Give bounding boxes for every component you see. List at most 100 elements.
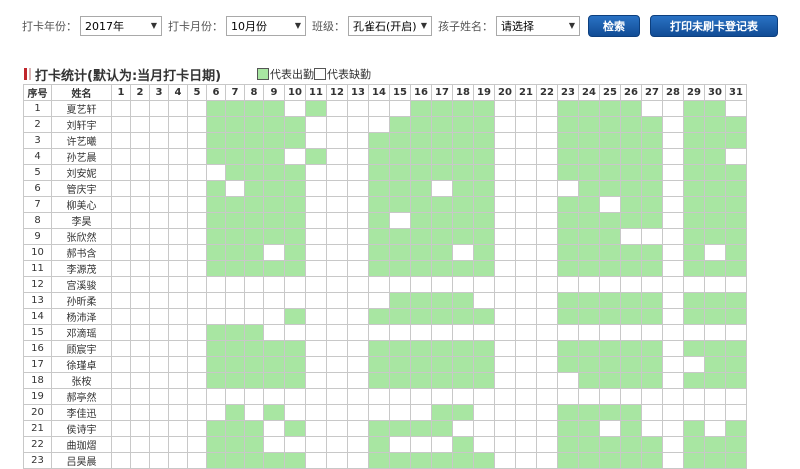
attendance-cell-absent xyxy=(244,308,264,325)
attendance-cell-present xyxy=(244,436,264,453)
header-day: 2 xyxy=(130,84,150,101)
attendance-cell-present xyxy=(206,116,226,133)
attendance-cell-present xyxy=(389,340,411,357)
attendance-cell-absent xyxy=(536,372,558,389)
attendance-cell-present xyxy=(244,452,264,469)
attendance-cell-present xyxy=(683,372,705,389)
attendance-cell-absent xyxy=(168,276,188,293)
class-select[interactable]: 孔雀石(开启) ▼ xyxy=(348,16,432,36)
attendance-cell-absent xyxy=(149,356,169,373)
attendance-cell-absent xyxy=(305,212,327,229)
attendance-cell-present xyxy=(725,132,747,149)
attendance-cell-present xyxy=(599,372,621,389)
attendance-cell-absent xyxy=(431,324,453,341)
attendance-cell-present xyxy=(368,132,390,149)
attendance-cell-present xyxy=(473,244,495,261)
child-select[interactable]: 请选择 ▼ xyxy=(496,16,580,36)
attendance-cell-present xyxy=(620,356,642,373)
table-row: 1 夏艺轩 xyxy=(23,100,747,117)
attendance-cell-absent xyxy=(187,308,207,325)
attendance-cell-absent xyxy=(168,372,188,389)
attendance-cell-absent xyxy=(494,356,516,373)
attendance-cell-absent xyxy=(326,260,348,277)
table-row: 9 张欣然 xyxy=(23,228,747,245)
row-seq: 16 xyxy=(23,340,52,357)
attendance-cell-absent xyxy=(305,308,327,325)
attendance-cell-present xyxy=(431,212,453,229)
attendance-cell-absent xyxy=(149,404,169,421)
attendance-cell-absent xyxy=(494,404,516,421)
attendance-cell-present xyxy=(704,372,726,389)
attendance-cell-absent xyxy=(149,116,169,133)
attendance-cell-present xyxy=(284,420,306,437)
search-button[interactable]: 检索 xyxy=(588,15,640,37)
attendance-cell-present xyxy=(244,340,264,357)
attendance-cell-present xyxy=(410,452,432,469)
attendance-cell-present xyxy=(389,148,411,165)
attendance-cell-present xyxy=(368,420,390,437)
attendance-cell-absent xyxy=(662,420,684,437)
attendance-cell-present xyxy=(599,116,621,133)
year-select[interactable]: 2017年 ▼ xyxy=(80,16,162,36)
attendance-cell-absent xyxy=(452,420,474,437)
attendance-cell-absent xyxy=(494,292,516,309)
attendance-cell-present xyxy=(410,356,432,373)
section-title: 打卡统计(默认为:当月打卡日期) xyxy=(35,68,222,84)
attendance-cell-present xyxy=(725,436,747,453)
header-day: 23 xyxy=(557,84,579,101)
month-select[interactable]: 10月份 ▼ xyxy=(226,16,306,36)
attendance-cell-present xyxy=(452,436,474,453)
table-row: 18 张桉 xyxy=(23,372,747,389)
attendance-cell-present xyxy=(578,100,600,117)
attendance-cell-absent xyxy=(305,116,327,133)
attendance-cell-present xyxy=(368,164,390,181)
header-day: 22 xyxy=(536,84,558,101)
row-seq: 2 xyxy=(23,116,52,133)
attendance-cell-absent xyxy=(326,436,348,453)
attendance-cell-present xyxy=(263,116,285,133)
attendance-cell-present xyxy=(683,308,705,325)
row-seq: 13 xyxy=(23,292,52,309)
attendance-cell-absent xyxy=(704,324,726,341)
table-row: 17 徐瑾卓 xyxy=(23,356,747,373)
attendance-cell-absent xyxy=(452,324,474,341)
attendance-cell-absent xyxy=(515,436,537,453)
attendance-cell-absent xyxy=(187,212,207,229)
attendance-cell-absent xyxy=(662,276,684,293)
row-name: 徐瑾卓 xyxy=(51,356,112,373)
attendance-cell-present xyxy=(206,324,226,341)
attendance-cell-absent xyxy=(536,244,558,261)
attendance-cell-absent xyxy=(347,404,369,421)
attendance-cell-present xyxy=(263,148,285,165)
attendance-cell-absent xyxy=(187,340,207,357)
attendance-cell-absent xyxy=(641,388,663,405)
attendance-cell-present xyxy=(244,244,264,261)
attendance-cell-absent xyxy=(431,276,453,293)
attendance-cell-present xyxy=(620,132,642,149)
attendance-cell-present xyxy=(389,116,411,133)
attendance-cell-absent xyxy=(347,436,369,453)
attendance-cell-present xyxy=(599,164,621,181)
print-unswiped-button[interactable]: 打印未刷卡登记表 xyxy=(650,15,778,37)
attendance-cell-present xyxy=(368,340,390,357)
attendance-cell-present xyxy=(578,372,600,389)
header-day: 13 xyxy=(347,84,369,101)
attendance-cell-present xyxy=(683,148,705,165)
attendance-cell-present xyxy=(225,196,245,213)
attendance-cell-present xyxy=(368,452,390,469)
attendance-cell-absent xyxy=(641,228,663,245)
attendance-cell-present xyxy=(557,228,579,245)
attendance-cell-present xyxy=(683,116,705,133)
row-seq: 8 xyxy=(23,212,52,229)
attendance-cell-present xyxy=(452,404,474,421)
attendance-cell-absent xyxy=(284,404,306,421)
attendance-cell-absent xyxy=(347,388,369,405)
attendance-cell-absent xyxy=(620,388,642,405)
attendance-cell-present xyxy=(683,164,705,181)
attendance-cell-absent xyxy=(326,100,348,117)
attendance-cell-present xyxy=(244,228,264,245)
attendance-cell-absent xyxy=(494,196,516,213)
attendance-cell-present xyxy=(389,356,411,373)
attendance-cell-absent xyxy=(168,420,188,437)
attendance-cell-present xyxy=(620,372,642,389)
